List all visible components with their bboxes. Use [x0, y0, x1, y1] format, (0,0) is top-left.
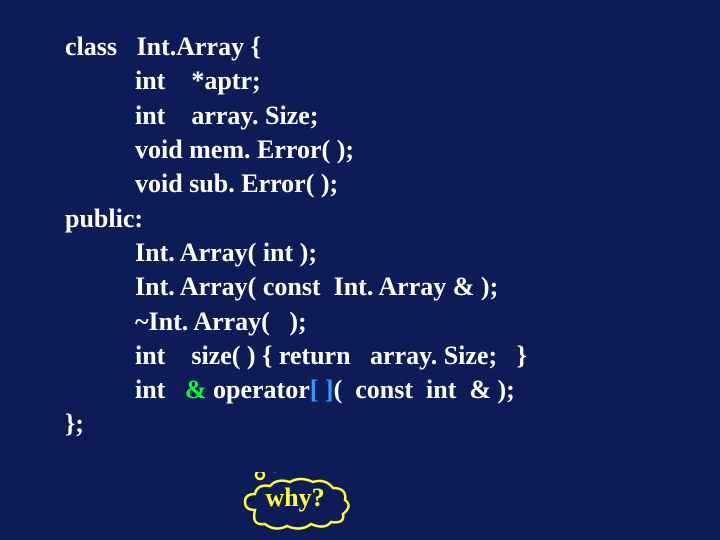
code-seg-11c: ( const int & ); [334, 375, 515, 404]
code-seg-11b: operator [207, 375, 310, 404]
code-line-6: public: [0, 202, 720, 236]
code-line-12: }; [0, 407, 720, 441]
code-line-7: Int. Array( int ); [0, 236, 720, 270]
code-line-8: Int. Array( const Int. Array & ); [0, 270, 720, 304]
why-label: why? [235, 472, 355, 524]
code-seg-11a: int [135, 375, 185, 404]
ampersand-highlight: & [185, 375, 207, 404]
code-line-4: void mem. Error( ); [0, 133, 720, 167]
code-line-5: void sub. Error( ); [0, 167, 720, 201]
code-line-11: int & operator[ ]( const int & ); [0, 373, 720, 407]
code-line-2: int *aptr; [0, 64, 720, 98]
why-callout: why? [235, 472, 355, 527]
code-line-9: ~Int. Array( ); [0, 305, 720, 339]
slide: class Int.Array { int *aptr; int array. … [0, 0, 720, 540]
code-line-1: class Int.Array { [0, 30, 720, 64]
brackets-highlight: [ ] [310, 375, 334, 404]
code-line-10: int size( ) { return array. Size; } [0, 339, 720, 373]
code-line-3: int array. Size; [0, 99, 720, 133]
